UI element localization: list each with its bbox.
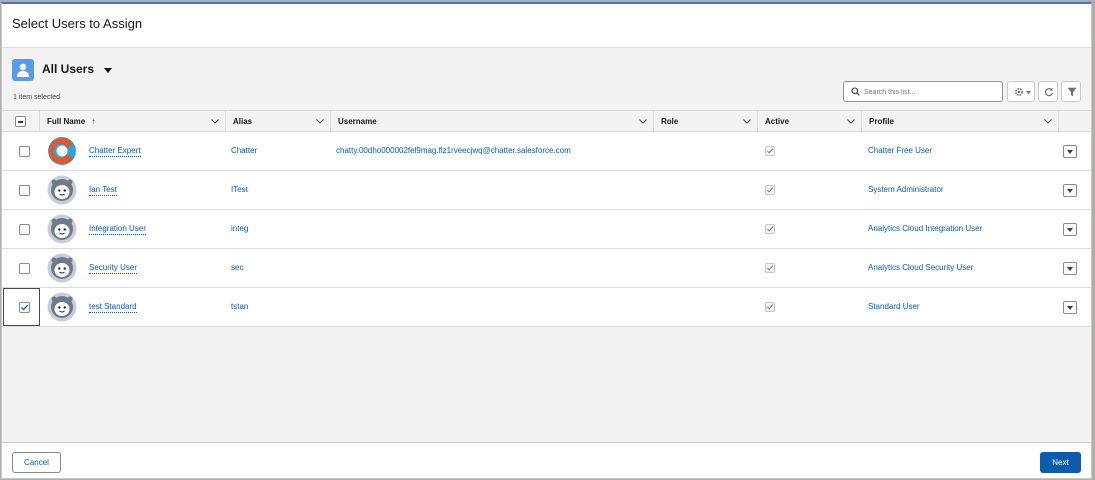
chevron-down-icon — [1026, 91, 1031, 94]
table-header-row: Full Name ↑ Alias Username Role Active P… — [2, 110, 1091, 132]
full-name-cell: Security User — [89, 249, 138, 287]
row-actions-button[interactable] — [1063, 301, 1077, 314]
search-input[interactable] — [864, 85, 998, 99]
column-label-alias: Alias — [233, 117, 253, 126]
dialog-title: Select Users to Assign — [12, 16, 143, 31]
column-header-role[interactable]: Role — [654, 111, 758, 132]
table-row: Security User sec Analytics Cloud Securi… — [2, 249, 1091, 288]
row-select-checkbox[interactable] — [19, 302, 30, 313]
full-name-cell: Chatter Expert — [89, 132, 141, 170]
profile-cell: Analytics Cloud Security User — [868, 263, 974, 272]
chevron-down-icon[interactable] — [743, 119, 751, 124]
column-label-username: Username — [338, 117, 377, 126]
column-label-full-name: Full Name — [47, 117, 86, 126]
dialog-footer: Cancel Next — [2, 442, 1091, 478]
list-settings-button[interactable] — [1007, 81, 1035, 102]
active-checkbox — [765, 224, 775, 234]
table-row: Chatter Expert Chatter chatty.00dho00000… — [2, 132, 1091, 171]
active-checkbox — [765, 263, 775, 273]
column-header-alias[interactable]: Alias — [226, 111, 331, 132]
astro-avatar — [47, 175, 77, 205]
table-row: Ian Test ITest System Administrator — [2, 171, 1091, 210]
chevron-down-icon[interactable] — [211, 119, 219, 124]
selection-count: 1 item selected — [13, 94, 61, 101]
chevron-down-icon[interactable] — [316, 119, 324, 124]
astro-avatar — [47, 292, 77, 322]
user-name-link[interactable]: Ian Test — [89, 184, 117, 196]
select-all-checkbox[interactable] — [15, 116, 26, 127]
select-all-header — [2, 111, 40, 132]
alias-cell: sec — [231, 263, 244, 272]
gear-icon — [1014, 87, 1024, 97]
filter-icon — [1067, 87, 1077, 97]
search-box[interactable] — [843, 81, 1003, 102]
column-header-profile[interactable]: Profile — [862, 111, 1059, 132]
chatter-logo-avatar — [48, 137, 76, 165]
chevron-down-icon[interactable] — [1044, 119, 1052, 124]
search-icon — [851, 87, 860, 96]
list-view-picker-caret-icon[interactable] — [104, 68, 112, 73]
row-select-checkbox[interactable] — [19, 146, 30, 157]
refresh-icon — [1045, 87, 1054, 97]
dialog-header: Select Users to Assign — [2, 4, 1091, 48]
active-checkbox — [765, 146, 775, 156]
table-row: test Standard tstan Standard User — [2, 288, 1091, 327]
table-row: Integration User integ Analytics Cloud I… — [2, 210, 1091, 249]
column-label-profile: Profile — [869, 117, 894, 126]
users-table: Full Name ↑ Alias Username Role Active P… — [2, 110, 1091, 327]
list-view-title[interactable]: All Users — [42, 62, 94, 76]
alias-cell: ITest — [231, 185, 248, 194]
profile-cell: Analytics Cloud Integration User — [868, 224, 983, 233]
user-name-link[interactable]: test Standard — [89, 301, 137, 313]
user-icon — [12, 59, 34, 81]
column-header-full-name[interactable]: Full Name ↑ — [40, 111, 226, 132]
row-actions-button[interactable] — [1063, 223, 1077, 236]
user-name-link[interactable]: Security User — [89, 262, 138, 274]
username-cell: chatty.00dho000002fel9mag.flz1rveecjwq@c… — [336, 146, 571, 155]
user-name-link[interactable]: Integration User — [89, 223, 146, 235]
column-header-username[interactable]: Username — [331, 111, 654, 132]
row-select-checkbox[interactable] — [19, 263, 30, 274]
astro-avatar — [47, 214, 77, 244]
next-button[interactable]: Next — [1040, 452, 1081, 473]
active-checkbox — [765, 302, 775, 312]
column-header-actions — [1059, 111, 1093, 132]
refresh-button[interactable] — [1038, 81, 1058, 102]
profile-cell: Chatter Free User — [868, 146, 933, 155]
chevron-down-icon[interactable] — [639, 119, 647, 124]
full-name-cell: Ian Test — [89, 171, 117, 209]
active-checkbox — [765, 185, 775, 195]
list-view-header: All Users 1 item selected — [2, 48, 1091, 110]
row-actions-button[interactable] — [1063, 184, 1077, 197]
column-label-active: Active — [765, 117, 790, 126]
profile-cell: System Administrator — [868, 185, 944, 194]
profile-cell: Standard User — [868, 302, 920, 311]
full-name-cell: Integration User — [89, 210, 146, 248]
chevron-down-icon[interactable] — [847, 119, 855, 124]
column-header-active[interactable]: Active — [758, 111, 862, 132]
select-users-dialog: Select Users to Assign All Users 1 item … — [1, 2, 1092, 479]
full-name-cell: test Standard — [89, 288, 137, 326]
row-actions-button[interactable] — [1063, 145, 1077, 158]
astro-avatar — [47, 253, 77, 283]
alias-cell: tstan — [231, 302, 249, 311]
user-name-link[interactable]: Chatter Expert — [89, 145, 141, 157]
row-actions-button[interactable] — [1063, 262, 1077, 275]
dialog-body: All Users 1 item selected Search this li… — [2, 48, 1091, 445]
sort-ascending-icon: ↑ — [91, 117, 96, 126]
alias-cell: integ — [231, 224, 249, 233]
filter-button[interactable] — [1061, 81, 1081, 102]
row-select-checkbox[interactable] — [19, 224, 30, 235]
alias-cell: Chatter — [231, 146, 258, 155]
row-select-checkbox[interactable] — [19, 185, 30, 196]
column-label-role: Role — [661, 117, 679, 126]
cancel-button[interactable]: Cancel — [12, 452, 61, 473]
